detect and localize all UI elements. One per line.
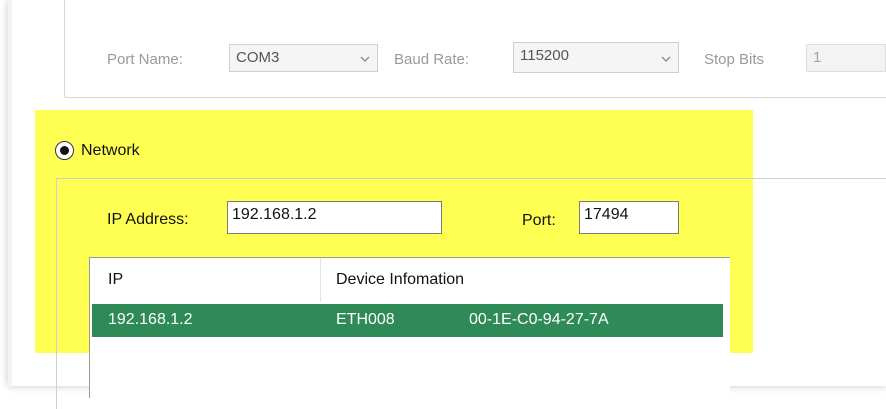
chevron-down-icon — [360, 56, 370, 62]
window-edge — [8, 0, 12, 386]
table-row[interactable]: 192.168.1.2 ETH008 00-1E-C0-94-27-7A — [92, 304, 723, 337]
stop-bits-select[interactable]: 1 — [806, 44, 886, 72]
port-name-label: Port Name: — [107, 51, 183, 68]
baud-rate-label: Baud Rate: — [394, 51, 470, 68]
ip-address-field[interactable]: 192.168.1.2 — [227, 201, 442, 234]
network-radio[interactable] — [55, 141, 74, 160]
stop-bits-value: 1 — [813, 49, 822, 66]
chevron-down-icon — [661, 56, 671, 62]
row-device-name: ETH008 — [336, 311, 395, 328]
network-label: Network — [81, 142, 140, 159]
baud-rate-select[interactable]: 115200 — [513, 42, 679, 73]
ip-address-label: IP Address: — [107, 211, 189, 228]
column-divider[interactable] — [320, 258, 321, 302]
row-ip: 192.168.1.2 — [108, 311, 193, 328]
serial-settings-group — [64, 0, 886, 98]
port-name-select[interactable]: COM3 — [229, 44, 378, 72]
radio-selected-icon — [60, 146, 69, 155]
port-label: Port: — [522, 212, 556, 229]
device-list[interactable]: IP Device Infomation 192.168.1.2 ETH008 … — [89, 257, 730, 398]
baud-rate-value: 115200 — [520, 47, 569, 64]
stop-bits-label: Stop Bits — [704, 51, 765, 68]
column-header-device-info[interactable]: Device Infomation — [336, 271, 464, 289]
port-field[interactable]: 17494 — [579, 201, 679, 234]
column-header-ip[interactable]: IP — [108, 271, 123, 289]
row-mac-address: 00-1E-C0-94-27-7A — [469, 311, 609, 328]
device-list-header: IP Device Infomation — [90, 258, 730, 302]
port-name-value: COM3 — [236, 49, 280, 66]
